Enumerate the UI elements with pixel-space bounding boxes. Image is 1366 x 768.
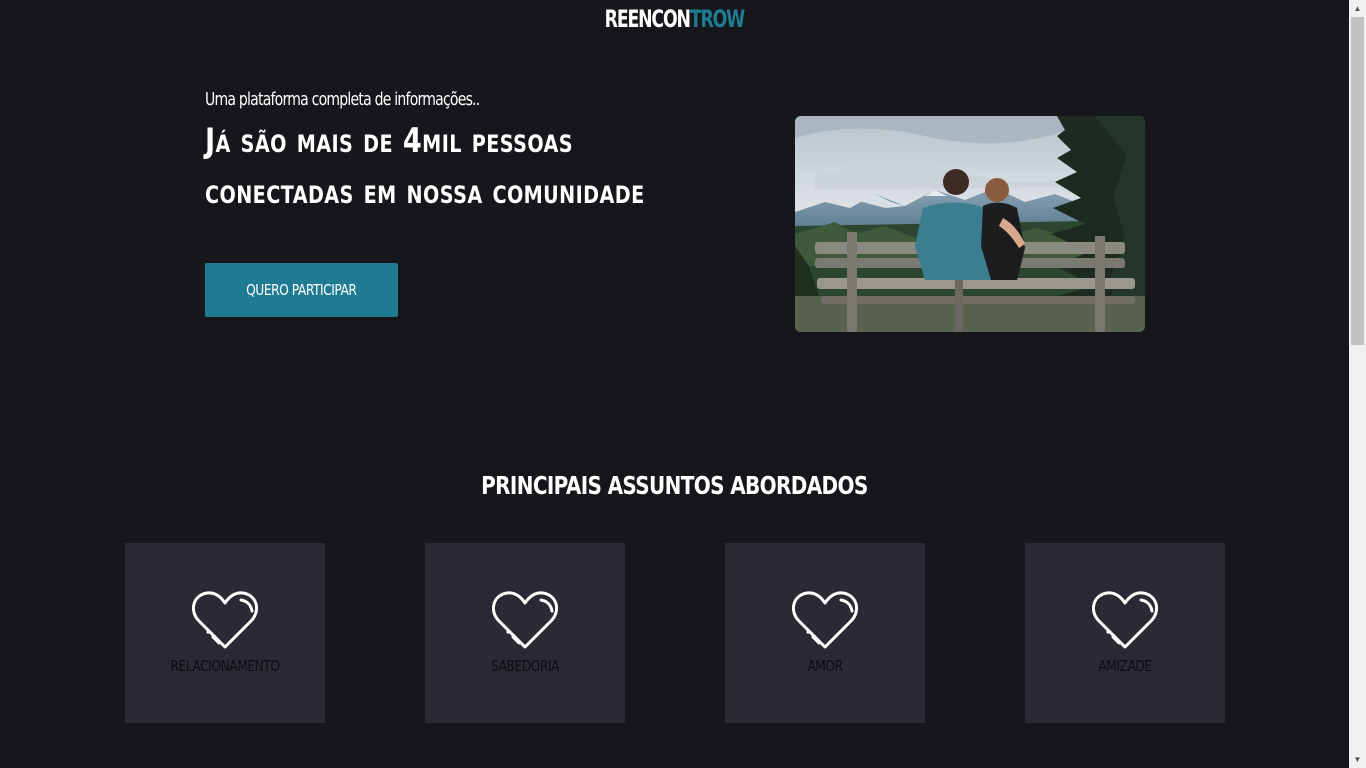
topic-card-amor[interactable]: AMOR <box>725 543 925 723</box>
hero-title-line-1: Já são mais de 4mil pessoas <box>205 121 574 161</box>
join-button-label: QUERO PARTICIPAR <box>246 281 357 299</box>
scroll-down-arrow-icon[interactable]: ▼ <box>1349 751 1366 768</box>
heart-icon <box>191 591 259 649</box>
site-logo[interactable]: REENCONTROW <box>189 4 1160 34</box>
hero-kicker: Uma plataforma completa de informações.. <box>205 89 480 110</box>
vertical-scrollbar[interactable]: ▲ ▼ <box>1349 0 1366 768</box>
landing-page: REENCONTROW Uma plataforma completa de i… <box>0 0 1349 768</box>
scroll-up-arrow-icon[interactable]: ▲ <box>1349 0 1366 17</box>
topic-label: AMOR <box>807 657 843 675</box>
topic-card-amizade[interactable]: AMIZADE <box>1025 543 1225 723</box>
logo-text-primary: REENCON <box>604 5 691 33</box>
hero-title: Já são mais de 4mil pessoas conectadas e… <box>205 116 645 218</box>
topic-card-sabedoria[interactable]: SABEDORIA <box>425 543 625 723</box>
topic-label: AMIZADE <box>1098 657 1152 675</box>
heart-icon <box>791 591 859 649</box>
join-button[interactable]: QUERO PARTICIPAR <box>205 263 398 317</box>
topic-label: RELACIONAMENTO <box>170 657 280 675</box>
hero-photo <box>795 116 1145 332</box>
couple-on-bench-image <box>795 116 1145 332</box>
topics-section-title: PRINCIPAIS ASSUNTOS ABORDADOS <box>481 471 868 500</box>
hero-title-line-2: conectadas em nossa comunidade <box>205 172 645 212</box>
topic-label: SABEDORIA <box>491 657 559 675</box>
heart-icon <box>491 591 559 649</box>
scrollbar-thumb[interactable] <box>1351 17 1364 345</box>
topic-card-relacionamento[interactable]: RELACIONAMENTO <box>125 543 325 723</box>
heart-icon <box>1091 591 1159 649</box>
logo-text-accent: TROW <box>689 5 745 33</box>
